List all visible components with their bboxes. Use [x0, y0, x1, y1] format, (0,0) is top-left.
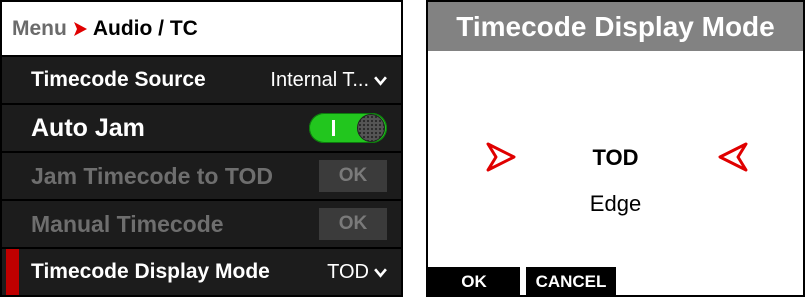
auto-jam-row[interactable]: Auto Jam: [2, 105, 401, 151]
ok-button[interactable]: OK: [428, 267, 520, 297]
mode-option-edge[interactable]: Edge: [428, 191, 803, 217]
toggle-on-mark: [332, 120, 335, 136]
timecode-source-label: Timecode Source: [31, 68, 206, 91]
cancel-button[interactable]: CANCEL: [526, 267, 616, 297]
manual-ok-button: OK: [319, 208, 387, 240]
breadcrumb: Menu Audio / TC: [2, 2, 401, 55]
jam-ok-button: OK: [319, 160, 387, 192]
breadcrumb-menu[interactable]: Menu: [12, 17, 67, 41]
manual-timecode-row: Manual Timecode OK: [2, 201, 401, 247]
selection-indicator: [6, 249, 19, 295]
display-mode-dialog: Timecode Display Mode TOD Edge OK CANCEL: [426, 0, 805, 297]
chevron-down-icon: [374, 267, 387, 278]
jam-timecode-tod-row: Jam Timecode to TOD OK: [2, 153, 401, 199]
toggle-knob: [357, 114, 385, 142]
breadcrumb-arrow-icon: [72, 21, 88, 37]
manual-timecode-label: Manual Timecode: [31, 210, 224, 237]
timecode-source-row[interactable]: Timecode Source Internal T...: [2, 57, 401, 103]
display-mode-dropdown[interactable]: TOD: [327, 261, 387, 284]
display-mode-label: Timecode Display Mode: [31, 260, 270, 283]
menu-panel: Menu Audio / TC Timecode Source Internal…: [0, 0, 403, 297]
display-mode-row[interactable]: Timecode Display Mode TOD: [2, 249, 401, 295]
timecode-source-dropdown[interactable]: Internal T...: [270, 69, 387, 92]
dialog-title: Timecode Display Mode: [428, 2, 803, 51]
auto-jam-label: Auto Jam: [31, 113, 145, 142]
chevron-down-icon: [374, 75, 387, 86]
timecode-source-value: Internal T...: [270, 68, 369, 91]
display-mode-value: TOD: [327, 260, 369, 283]
selected-mode-option[interactable]: TOD: [428, 145, 803, 171]
auto-jam-toggle[interactable]: [309, 113, 387, 143]
breadcrumb-current: Audio / TC: [92, 16, 198, 40]
jam-timecode-tod-label: Jam Timecode to TOD: [31, 162, 273, 189]
